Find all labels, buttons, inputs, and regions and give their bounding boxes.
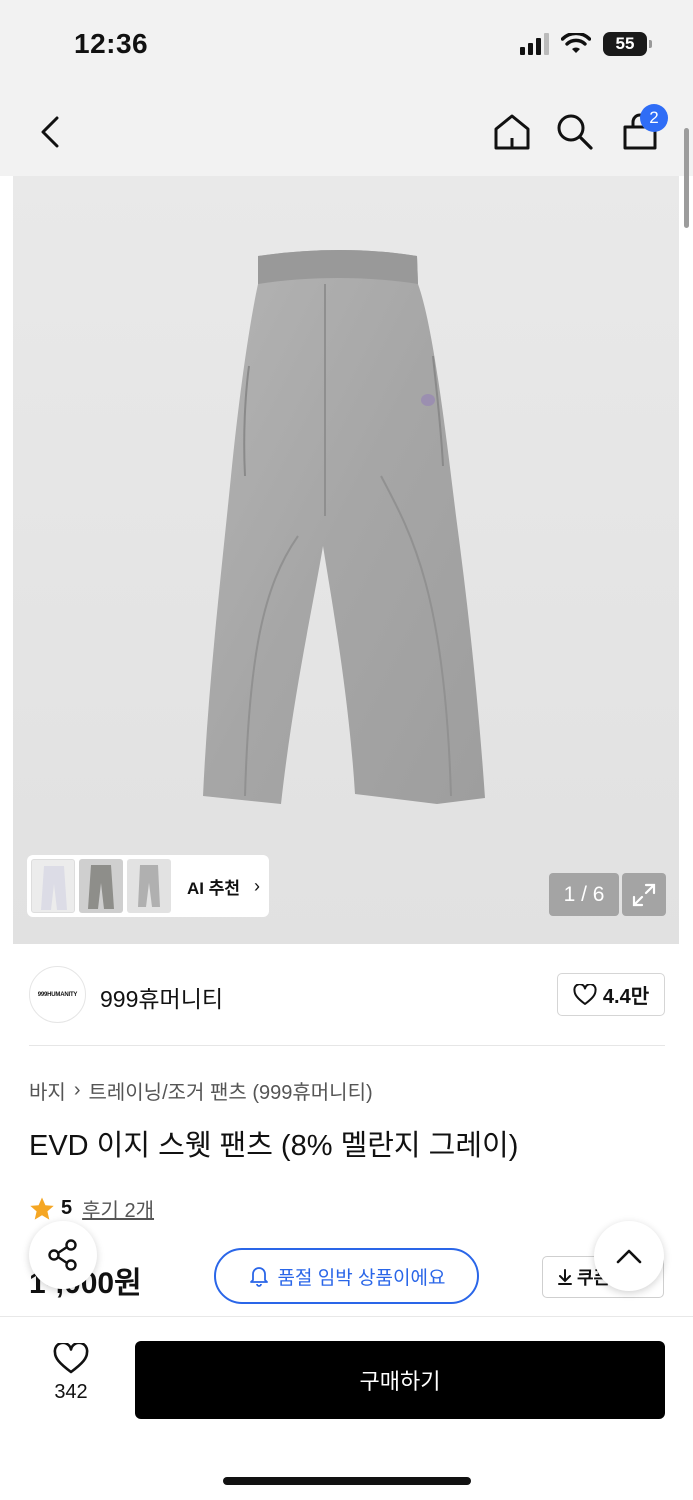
review-link[interactable]: 후기 2개 [82, 1194, 154, 1223]
home-button[interactable] [486, 106, 538, 158]
wish-count: 342 [54, 1381, 88, 1403]
ai-thumbnail[interactable] [79, 859, 123, 913]
cart-badge: 2 [640, 104, 668, 132]
divider [29, 1045, 665, 1046]
ai-recommend-label: AI 추천 [187, 878, 241, 898]
chevron-right-icon: › [254, 875, 261, 896]
ai-recommend-box[interactable]: AI 추천 › [27, 855, 269, 917]
breadcrumb: 바지 › 트레이닝/조거 팬츠 (999휴머니티) [29, 1076, 373, 1105]
scroll-top-button[interactable] [594, 1221, 664, 1291]
stock-notice-text: 품절 임박 상품이에요 [277, 1267, 446, 1289]
heart-icon [53, 1343, 89, 1374]
brand-name[interactable]: 999휴머니티 [100, 980, 223, 1014]
status-icons: 55 [520, 32, 652, 56]
expand-button[interactable] [622, 873, 666, 916]
chevron-up-icon [616, 1249, 642, 1264]
chevron-right-icon: › [73, 1079, 81, 1101]
signal-icon [520, 33, 549, 55]
bottom-bar: 342 구매하기 [0, 1316, 693, 1500]
expand-icon [632, 883, 656, 906]
share-icon [48, 1239, 77, 1271]
status-time: 12:36 [74, 28, 149, 59]
back-icon [41, 116, 59, 148]
ai-thumbnail[interactable] [127, 859, 171, 913]
wifi-icon [561, 33, 591, 53]
share-button[interactable] [29, 1221, 97, 1289]
heart-icon [573, 983, 597, 1005]
ai-thumbnail[interactable] [31, 859, 75, 913]
breadcrumb-subcategory[interactable]: 트레이닝/조거 팬츠 (999휴머니티) [88, 1076, 372, 1105]
wish-button[interactable]: 342 [28, 1343, 114, 1413]
brand-logo[interactable]: 999HUMANITY [29, 966, 86, 1023]
battery-icon: 55 [603, 32, 652, 56]
search-button[interactable] [549, 106, 601, 158]
brand-row[interactable]: 999HUMANITY 999휴머니티 4.4만 [29, 966, 665, 1024]
scrollbar[interactable] [684, 128, 689, 228]
pants-image [203, 250, 485, 804]
bell-icon [249, 1267, 268, 1287]
home-indicator [223, 1477, 471, 1485]
download-icon [558, 1269, 572, 1285]
product-title: EVD 이지 스웻 팬츠 (8% 멜란지 그레이) [29, 1130, 519, 1162]
status-bar: 12:36 55 [0, 0, 693, 90]
back-button[interactable] [24, 106, 76, 158]
cart-button[interactable]: 2 [614, 104, 668, 158]
buy-button[interactable]: 구매하기 [135, 1341, 665, 1419]
home-icon [494, 114, 530, 150]
top-nav: 2 [0, 90, 693, 176]
star-icon [30, 1197, 54, 1220]
image-counter: 1 / 6 [549, 873, 619, 916]
breadcrumb-category[interactable]: 바지 [29, 1076, 66, 1105]
rating-row: 5 후기 2개 [29, 1194, 154, 1223]
product-image[interactable]: 1 / 6 [13, 176, 679, 944]
brand-like-count: 4.4만 [602, 986, 650, 1008]
rating-score: 5 [61, 1197, 73, 1219]
brand-like-button[interactable]: 4.4만 [557, 973, 665, 1016]
search-icon [557, 114, 593, 150]
stock-notice-pill: 품절 임박 상품이에요 [214, 1248, 479, 1304]
